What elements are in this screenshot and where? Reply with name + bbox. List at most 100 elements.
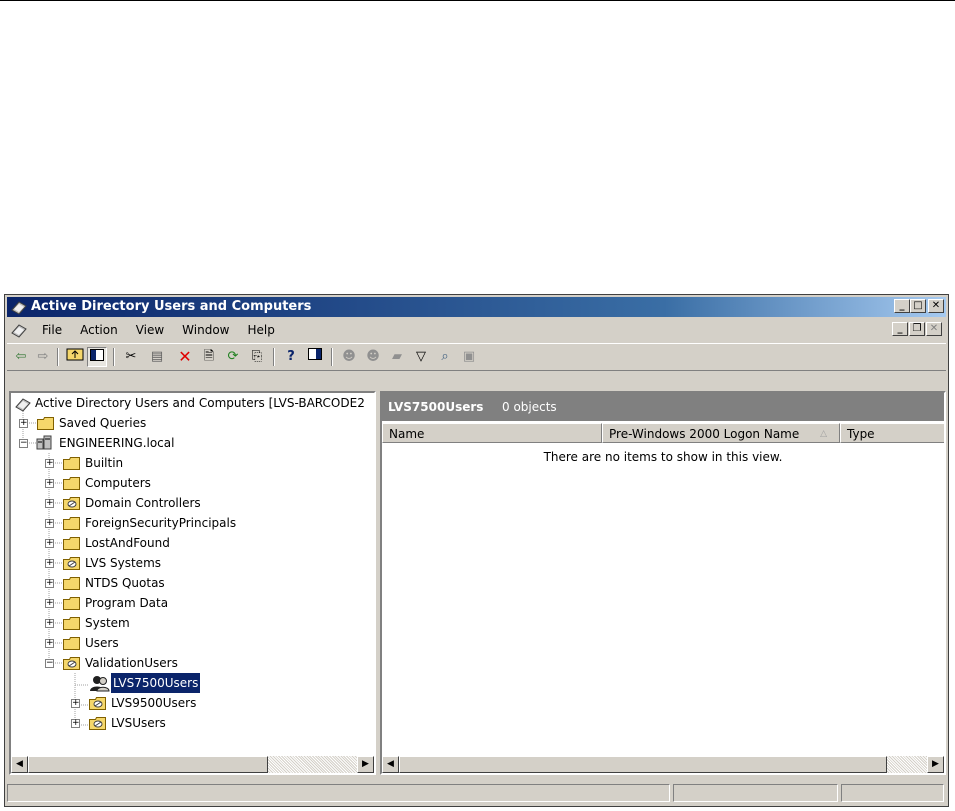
console-menu-icon[interactable] [11, 322, 27, 338]
column-header-label: Pre-Windows 2000 Logon Name [609, 427, 800, 441]
mdi-restore-button[interactable]: ❐ [909, 322, 925, 336]
properties-icon[interactable]: 🗎 [199, 347, 219, 367]
scroll-track[interactable] [887, 756, 927, 773]
help-icon[interactable]: ? [281, 347, 301, 367]
tree-item-lvs9500users[interactable]: + LVS9500Users [11, 693, 371, 713]
domain-icon [36, 435, 52, 450]
scroll-thumb[interactable] [399, 756, 887, 773]
new-user-icon[interactable]: ☻ [339, 347, 359, 367]
tree-item-users[interactable]: + Users [11, 633, 371, 653]
cut-icon[interactable]: ✂ [121, 347, 141, 367]
scroll-thumb[interactable] [28, 756, 268, 773]
tree-item-domain-controllers[interactable]: + Domain Controllers [11, 493, 371, 513]
menu-help[interactable]: Help [239, 319, 284, 341]
folder-icon [63, 577, 80, 590]
tree-item-label: Computers [85, 476, 151, 490]
tree-item-lvsusers[interactable]: + LVSUsers [11, 713, 371, 733]
tree-root-label: Active Directory Users and Computers [LV… [35, 396, 365, 410]
tree-item-label: Saved Queries [59, 416, 147, 430]
tree-item-lvs-systems[interactable]: + LVS Systems [11, 553, 371, 573]
tree-item-domain[interactable]: − ENGINEERING.local [11, 433, 371, 453]
column-header-logon-name[interactable]: Pre-Windows 2000 Logon Name △ [602, 423, 840, 443]
details-pane[interactable]: LVS7500Users 0 objects Name Pre-Windows … [380, 391, 946, 775]
menu-view[interactable]: View [127, 319, 173, 341]
tree-item-validation-users[interactable]: − ValidationUsers [11, 653, 371, 673]
tree-item-label: LostAndFound [85, 536, 170, 550]
tree-item-foreign-security-principals[interactable]: + ForeignSecurityPrincipals [11, 513, 371, 533]
close-button[interactable]: ✕ [928, 299, 944, 313]
active-directory-icon [11, 301, 27, 315]
tree-item-ntds-quotas[interactable]: + NTDS Quotas [11, 573, 371, 593]
tree-item-label: Program Data [85, 596, 169, 610]
status-panel-2 [673, 784, 838, 802]
expand-icon[interactable]: + [45, 479, 54, 488]
scroll-track[interactable] [268, 756, 357, 773]
window-title: Active Directory Users and Computers [31, 299, 312, 314]
tree-item-computers[interactable]: + Computers [11, 473, 371, 493]
active-directory-icon [15, 398, 31, 412]
expand-icon[interactable]: + [45, 499, 54, 508]
new-ou-icon[interactable]: ▰ [387, 347, 407, 367]
expand-icon[interactable]: + [71, 699, 80, 708]
show-hide-tree-icon[interactable] [87, 347, 107, 367]
column-header-name[interactable]: Name [382, 423, 602, 443]
back-icon[interactable]: ⇦ [11, 347, 31, 367]
menu-action[interactable]: Action [71, 319, 127, 341]
forward-icon[interactable]: ⇨ [33, 347, 53, 367]
scroll-left-button[interactable]: ◀ [382, 756, 399, 773]
maximize-button[interactable]: □ [910, 299, 926, 313]
collapse-icon[interactable]: − [45, 659, 54, 668]
object-count: 0 objects [502, 400, 557, 414]
scroll-left-button[interactable]: ◀ [11, 756, 28, 773]
ou-folder-icon [63, 557, 80, 570]
delete-icon[interactable]: ✕ [175, 347, 195, 367]
mdi-minimize-button[interactable]: _ [892, 322, 908, 336]
column-header-label: Type [847, 427, 875, 441]
expand-icon[interactable]: + [45, 639, 54, 648]
scroll-right-button[interactable]: ▶ [927, 756, 944, 773]
expand-icon[interactable]: + [45, 459, 54, 468]
expand-icon[interactable]: + [19, 419, 28, 428]
minimize-button[interactable]: _ [894, 299, 910, 313]
tree-item-program-data[interactable]: + Program Data [11, 593, 371, 613]
collapse-icon[interactable]: − [19, 439, 28, 448]
up-folder-icon[interactable] [65, 347, 85, 367]
expand-icon[interactable]: + [45, 619, 54, 628]
tree-item-system[interactable]: + System [11, 613, 371, 633]
scroll-right-button[interactable]: ▶ [357, 756, 374, 773]
export-list-icon[interactable]: ⎘ [247, 347, 267, 367]
expand-icon[interactable]: + [45, 599, 54, 608]
tree-item-lost-and-found[interactable]: + LostAndFound [11, 533, 371, 553]
find-icon[interactable]: ⌕ [435, 347, 455, 367]
menu-window[interactable]: Window [173, 319, 238, 341]
expand-icon[interactable]: + [71, 719, 80, 728]
tree-item-saved-queries[interactable]: + Saved Queries [11, 413, 371, 433]
title-bar[interactable]: Active Directory Users and Computers _ □… [7, 297, 946, 317]
expand-icon[interactable]: + [45, 579, 54, 588]
menu-file[interactable]: File [33, 319, 71, 341]
new-group-icon[interactable]: ☻ [363, 347, 383, 367]
toolbar: ⇦ ⇨ ✂ ▤ ✕ 🗎 ⟳ ⎘ ? ☻ ☻ ▰ ▽ ⌕ ▣ [7, 343, 946, 371]
empty-view-message: There are no items to show in this view. [543, 450, 783, 464]
refresh-icon[interactable]: ⟳ [223, 347, 243, 367]
column-header-type[interactable]: Type [840, 423, 944, 443]
tree-item-lvs7500users[interactable]: LVS7500Users [11, 673, 371, 693]
expand-icon[interactable]: + [45, 539, 54, 548]
details-header: LVS7500Users 0 objects [382, 393, 944, 421]
details-horizontal-scrollbar[interactable]: ◀ ▶ [382, 756, 944, 773]
paste-icon[interactable]: ▤ [147, 347, 167, 367]
add-to-group-icon[interactable]: ▣ [459, 347, 479, 367]
console-tree-icon[interactable] [305, 347, 325, 367]
tree-item-builtin[interactable]: + Builtin [11, 453, 371, 473]
tree-horizontal-scrollbar[interactable]: ◀ ▶ [11, 756, 374, 773]
folder-icon [63, 477, 80, 490]
folder-icon [63, 597, 80, 610]
mdi-close-button[interactable]: ✕ [926, 322, 942, 336]
toolbar-separator [273, 348, 275, 366]
folder-icon [63, 637, 80, 650]
tree-item-label: LVS7500Users [111, 673, 201, 693]
console-tree-pane[interactable]: Active Directory Users and Computers [LV… [9, 391, 376, 775]
expand-icon[interactable]: + [45, 519, 54, 528]
expand-icon[interactable]: + [45, 559, 54, 568]
filter-icon[interactable]: ▽ [411, 347, 431, 367]
